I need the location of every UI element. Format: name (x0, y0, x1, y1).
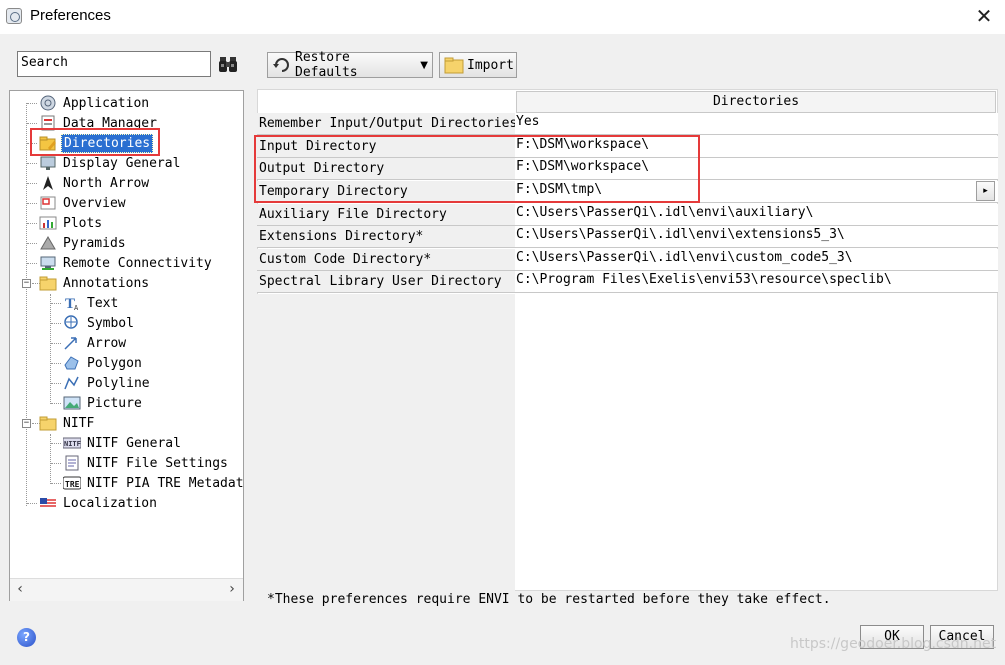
tree-item-nitf[interactable]: NITF (39, 413, 96, 433)
overview-icon (39, 195, 57, 211)
pyramids-icon (39, 235, 57, 251)
row-label: Extensions Directory* (257, 226, 515, 248)
tree-item-north-arrow[interactable]: North Arrow (39, 173, 151, 193)
svg-text:A: A (74, 304, 79, 311)
tree-item-localization[interactable]: Localization (39, 493, 159, 513)
row-label: Custom Code Directory* (257, 249, 515, 271)
expand-arrow-icon[interactable]: ▸ (976, 181, 995, 201)
window-title: Preferences (30, 7, 111, 24)
tree-item-polygon[interactable]: Polygon (63, 353, 144, 373)
svg-text:NITF: NITF (64, 440, 81, 448)
tree-item-annotations[interactable]: Annotations (39, 273, 151, 293)
north-arrow-icon (39, 175, 57, 191)
app-icon (6, 8, 22, 24)
polygon-annotation-icon (63, 355, 81, 371)
tree-item-label: Plots (63, 215, 103, 231)
row-value-spectral-library-directory[interactable]: C:\Program Files\Exelis\envi53\resource\… (515, 271, 998, 293)
tree-item-label: Pyramids (63, 235, 126, 251)
import-button[interactable]: Import (439, 52, 517, 78)
nitf-general-icon: NITF (62, 435, 82, 451)
tree-item-label: Overview (63, 195, 126, 211)
restore-defaults-label: Restore Defaults (295, 50, 358, 80)
polyline-annotation-icon (63, 375, 81, 391)
help-icon[interactable]: ? (17, 628, 36, 647)
restore-icon (272, 56, 292, 74)
tree-item-label: Symbol (87, 315, 134, 331)
directories-rows-highlight (254, 135, 700, 203)
title-bar: Preferences ✕ (0, 0, 1005, 34)
row-value-extensions-directory[interactable]: C:\Users\PasserQi\.idl\envi\extensions5_… (515, 226, 998, 248)
directories-highlight (30, 128, 160, 156)
search-field[interactable] (17, 51, 211, 77)
tree-item-label: Polygon (87, 355, 142, 371)
tree-item-arrow[interactable]: Arrow (63, 333, 128, 353)
watermark: https://geodoer.blog.csdn.net (790, 636, 997, 652)
plots-icon (39, 215, 57, 231)
tree-item-display-general[interactable]: Display General (39, 153, 182, 173)
tree-item-remote-connectivity[interactable]: Remote Connectivity (39, 253, 214, 273)
svg-text:TRE: TRE (65, 480, 80, 489)
tree-item-nitf-file-settings[interactable]: NITF File Settings (63, 453, 230, 473)
row-value-auxiliary-directory[interactable]: C:\Users\PasserQi\.idl\envi\auxiliary\ (515, 204, 998, 226)
nitf-file-settings-icon (63, 455, 81, 471)
tree-item-label: Remote Connectivity (63, 255, 212, 271)
tree-item-text[interactable]: TA Text (63, 293, 120, 313)
annotations-collapse-toggle[interactable]: − (22, 279, 31, 288)
binoculars-search-icon[interactable] (218, 55, 238, 73)
search-input[interactable] (21, 55, 207, 70)
restore-defaults-button[interactable]: Restore Defaults ▼ (267, 50, 433, 80)
label-column-background (257, 294, 515, 591)
scroll-left-icon[interactable]: ‹ (12, 581, 28, 597)
tree-item-picture[interactable]: Picture (63, 393, 144, 413)
tree-item-polyline[interactable]: Polyline (63, 373, 152, 393)
row-value-custom-code-directory[interactable]: C:\Users\PasserQi\.idl\envi\custom_code5… (515, 249, 998, 271)
tree-item-plots[interactable]: Plots (39, 213, 104, 233)
tree-item-label: Application (63, 95, 150, 111)
symbol-annotation-icon (63, 315, 81, 331)
application-icon (39, 95, 57, 111)
tree-item-symbol[interactable]: Symbol (63, 313, 136, 333)
tree-item-label: Text (87, 295, 119, 311)
preferences-tree[interactable]: − − Application Data Manager Directories… (9, 90, 244, 601)
remote-connectivity-icon (39, 255, 57, 271)
tree-item-label: Localization (63, 495, 157, 511)
close-icon[interactable]: ✕ (972, 4, 996, 28)
tree-item-label: NITF General (87, 435, 181, 451)
nitf-collapse-toggle[interactable]: − (22, 419, 31, 428)
tree-item-application[interactable]: Application (39, 93, 151, 113)
tree-item-overview[interactable]: Overview (39, 193, 128, 213)
row-label: Spectral Library User Directory (257, 271, 515, 293)
folder-icon (39, 415, 57, 431)
tree-item-pyramids[interactable]: Pyramids (39, 233, 128, 253)
row-label: Auxiliary File Directory (257, 204, 515, 226)
tree-item-label: NITF PIA TRE Metadata (87, 475, 244, 491)
restart-note: *These preferences require ENVI to be re… (267, 592, 831, 607)
scroll-right-icon[interactable]: › (224, 581, 240, 597)
tree-item-label: Arrow (87, 335, 127, 351)
tree-item-nitf-general[interactable]: NITF NITF General (62, 433, 183, 453)
arrow-annotation-icon (63, 335, 81, 351)
nitf-tre-icon: TRE (62, 475, 82, 491)
tree-item-label: Polyline (87, 375, 150, 391)
display-general-icon (39, 155, 57, 171)
tree-item-label: Annotations (63, 275, 150, 291)
text-annotation-icon: TA (63, 295, 81, 312)
import-label: Import (467, 57, 514, 73)
tree-horizontal-scrollbar[interactable]: ‹ › (10, 578, 243, 601)
tree-item-label: Picture (87, 395, 142, 411)
dropdown-arrow-icon[interactable]: ▼ (420, 60, 428, 71)
column-header-directories: Directories (516, 91, 996, 113)
tree-item-label: NITF (63, 415, 95, 431)
row-value-remember-io[interactable]: Yes (515, 113, 998, 135)
tree-item-label: North Arrow (63, 175, 150, 191)
row-label: Remember Input/Output Directories (257, 113, 515, 135)
folder-open-icon (444, 56, 464, 74)
picture-annotation-icon (63, 395, 81, 411)
tree-item-label: Display General (63, 155, 181, 171)
folder-icon (39, 275, 57, 291)
localization-icon (39, 495, 57, 511)
tree-item-nitf-pia-tre-metadata[interactable]: TRE NITF PIA TRE Metadata (62, 473, 244, 493)
tree-item-label: NITF File Settings (87, 455, 228, 471)
